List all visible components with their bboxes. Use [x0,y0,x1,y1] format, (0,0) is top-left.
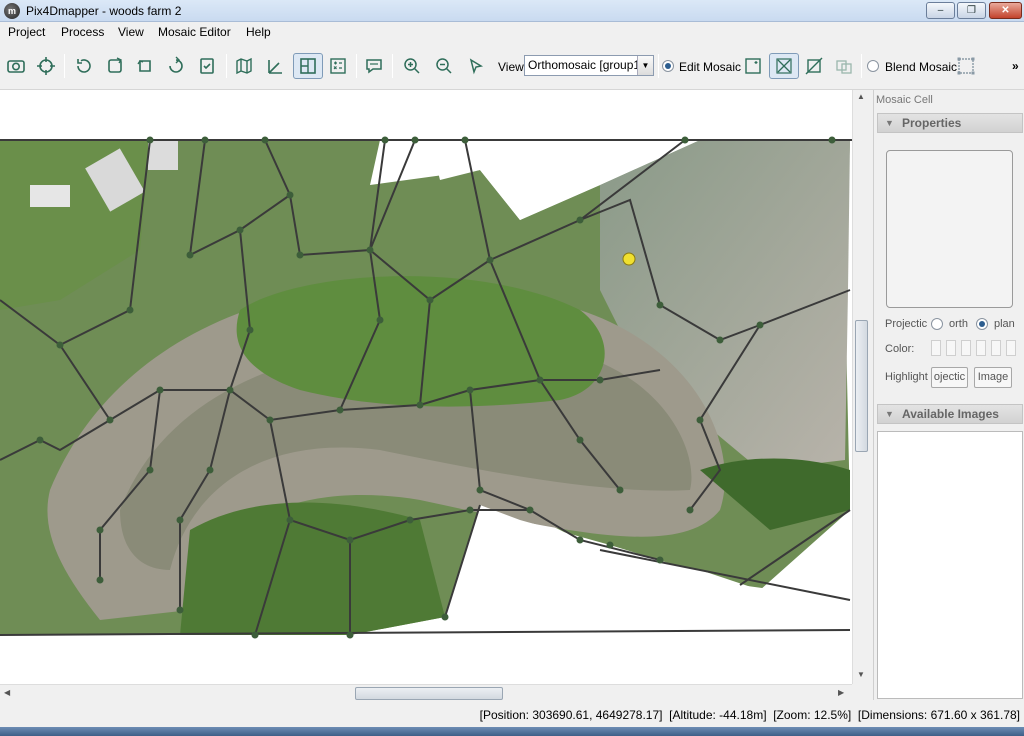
index-calculator-icon[interactable] [326,54,350,78]
toolbar-separator [861,54,862,78]
window-title: Pix4Dmapper - woods farm 2 [26,4,182,18]
projection-orth-radio[interactable] [931,318,943,330]
process-check-icon[interactable] [195,54,219,78]
mosaic-editor-icon[interactable] [293,53,323,79]
blend-region-icon[interactable] [954,54,978,78]
toolbar-separator [658,54,659,78]
available-images-section-header[interactable]: ▼ Available Images [877,404,1023,424]
properties-section-header[interactable]: ▼ Properties [877,113,1023,133]
map-view-icon[interactable] [232,54,256,78]
merge-cells-icon[interactable] [832,54,856,78]
comment-icon[interactable] [362,54,386,78]
cell-preview [886,150,1013,308]
panel-title: Mosaic Cell [876,94,933,106]
maximize-button[interactable]: ❐ [957,2,986,19]
collapse-triangle-icon: ▼ [885,118,894,128]
toolbar-separator [356,54,357,78]
scroll-up-icon[interactable]: ▲ [857,92,865,101]
minimize-button[interactable]: ‒ [926,2,955,19]
scroll-left-icon[interactable]: ◀ [4,688,10,697]
projection-label: Projectic [885,318,928,330]
scroll-right-icon[interactable]: ▶ [838,688,844,697]
mosaic-canvas[interactable] [0,90,852,684]
highlight-image-button[interactable]: Image [974,367,1012,388]
os-taskbar [0,727,1024,736]
color-channel-box[interactable] [991,340,1001,356]
projection-orth-label: orth [949,318,968,330]
color-channel-box[interactable] [931,340,941,356]
edit-mosaic-label: Edit Mosaic [679,60,742,74]
menu-help[interactable]: Help [246,25,271,39]
process-step2-icon[interactable] [133,54,157,78]
title-bar: m Pix4Dmapper - woods farm 2 ‒ ❐ ✕ [0,0,1024,22]
menu-project[interactable]: Project [8,25,45,39]
remove-cell-icon[interactable] [802,54,826,78]
color-channel-box[interactable] [976,340,986,356]
status-bar: [Position: 303690.61, 4649278.17] [Altit… [0,701,1024,727]
add-cell-icon[interactable] [741,54,765,78]
gcp-target-icon[interactable] [34,54,58,78]
edit-mosaic-radio[interactable] [662,60,674,72]
toolbar-separator [392,54,393,78]
menu-mosaic-editor[interactable]: Mosaic Editor [158,25,231,39]
orthomosaic-view [0,136,852,684]
view-dropdown[interactable]: Orthomosaic [group1] ▼ [524,55,654,76]
zoom-out-icon[interactable] [432,54,456,78]
vertical-scroll-thumb[interactable] [855,320,868,452]
color-channel-box[interactable] [961,340,971,356]
blend-mosaic-label: Blend Mosaic [885,60,958,74]
menu-bar: Project Process View Mosaic Editor Help [0,22,1024,42]
highlight-label: Highlight [885,371,928,383]
available-images-list[interactable] [877,431,1023,699]
toolbar: View: Orthomosaic [group1] ▼ Edit Mosaic… [0,42,1024,90]
camera-icon[interactable] [4,54,28,78]
color-channel-box[interactable] [1006,340,1016,356]
building-roof [30,185,70,207]
projection-plan-label: plan [994,318,1015,330]
edit-vertices-icon[interactable] [769,53,799,79]
toolbar-separator [64,54,65,78]
process-step3-icon[interactable] [164,54,188,78]
horizontal-scrollbar[interactable]: ◀ ▶ [0,684,852,701]
status-text: [Position: 303690.61, 4649278.17] [Altit… [479,708,1020,722]
select-arrow-icon[interactable] [464,54,488,78]
projection-plan-radio[interactable] [976,318,988,330]
highlight-projection-button[interactable]: ojectic [931,367,968,388]
menu-process[interactable]: Process [61,25,104,39]
process-step1-icon[interactable] [103,54,127,78]
mosaic-cell-panel: Mosaic Cell ▼ Properties Projectic orth … [873,90,1024,700]
available-images-label: Available Images [902,407,999,421]
collapse-triangle-icon: ▼ [885,409,894,419]
scroll-down-icon[interactable]: ▼ [857,670,865,679]
toolbar-separator [226,54,227,78]
view-dropdown-value: Orthomosaic [group1] [528,58,644,72]
horizontal-scroll-thumb[interactable] [355,687,503,700]
process-initial-icon[interactable] [72,54,96,78]
properties-label: Properties [902,116,962,130]
ray-cloud-icon[interactable] [263,54,287,78]
app-icon: m [4,3,20,19]
blend-mosaic-radio[interactable] [867,60,879,72]
building-roof [148,140,178,170]
chevron-down-icon: ▼ [637,56,653,75]
color-channel-box[interactable] [946,340,956,356]
view-label: View: [498,60,528,74]
color-label: Color: [885,343,915,355]
close-button[interactable]: ✕ [989,2,1022,19]
selected-vertex [622,252,636,266]
toolbar-more-button[interactable]: » [1012,59,1019,73]
zoom-in-icon[interactable] [400,54,424,78]
vertical-scrollbar[interactable]: ▲ ▼ [852,90,869,684]
menu-view[interactable]: View [118,25,144,39]
